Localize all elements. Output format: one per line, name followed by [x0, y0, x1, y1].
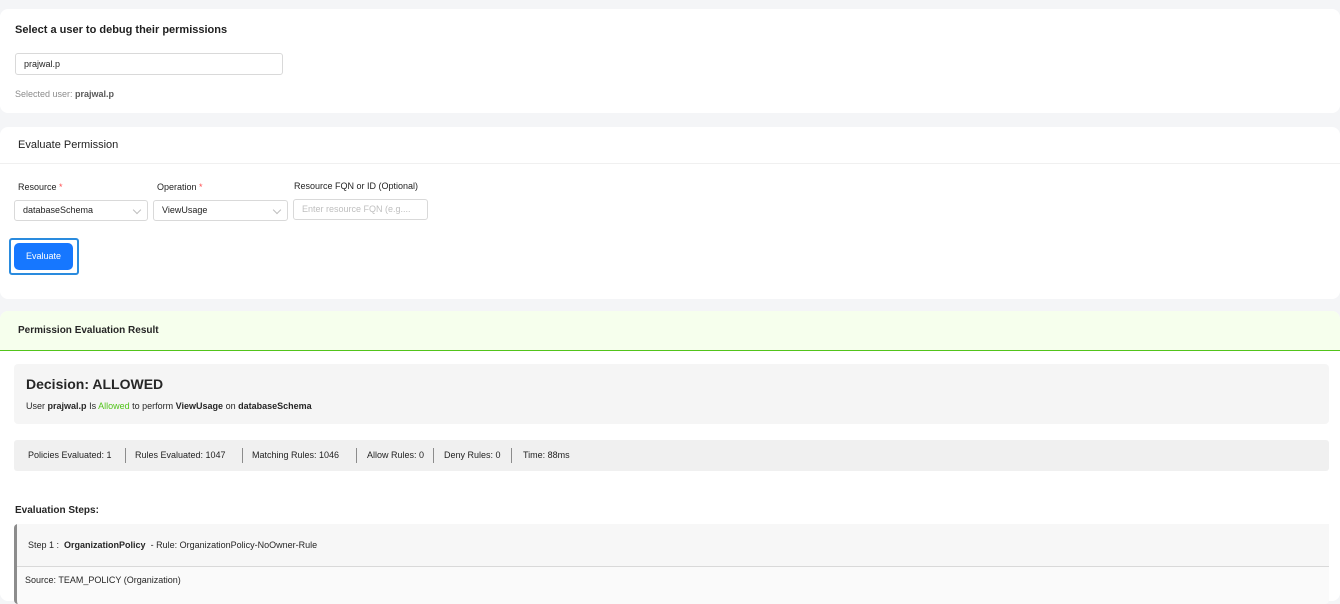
evaluate-permission-card: Evaluate Permission Resource * databaseS… — [0, 127, 1340, 299]
selected-user-prefix: Selected user: — [15, 89, 76, 99]
stat-divider — [125, 448, 126, 463]
stat-rules-evaluated: Rules Evaluated: 1047 — [135, 450, 226, 460]
user-search-input[interactable]: prajwal.p — [15, 53, 283, 75]
operation-select-value: ViewUsage — [162, 205, 208, 215]
decision-status: Allowed — [98, 401, 130, 411]
resource-select-value: databaseSchema — [23, 205, 94, 215]
decision-box: Decision: ALLOWED User prajwal.p Is Allo… — [14, 364, 1329, 424]
resource-select[interactable]: databaseSchema — [14, 200, 148, 221]
sentence-operation: ViewUsage — [175, 401, 224, 411]
evaluate-button[interactable]: Evaluate — [14, 243, 73, 270]
evaluate-title: Evaluate Permission — [18, 139, 119, 151]
step-source: Source: TEAM_POLICY (Organization) — [25, 575, 181, 585]
fqn-input[interactable]: Enter resource FQN (e.g.... — [293, 199, 428, 220]
stat-allow-rules: Allow Rules: 0 — [367, 450, 425, 460]
operation-label-text: Operation — [157, 182, 197, 192]
operation-select[interactable]: ViewUsage — [153, 200, 288, 221]
fqn-label: Resource FQN or ID (Optional) — [294, 181, 419, 191]
user-select-heading: Select a user to debug their permissions — [15, 24, 228, 36]
evaluation-step: Step 1 : OrganizationPolicy - Rule: Orga… — [14, 524, 1329, 604]
decision-heading: Decision: ALLOWED — [26, 376, 164, 392]
evaluate-header: Evaluate Permission — [0, 127, 1340, 164]
evaluate-button-focus-ring: Evaluate — [9, 238, 79, 275]
selected-user-text: Selected user: prajwal.p — [15, 89, 114, 99]
chevron-down-icon — [272, 205, 282, 215]
required-mark: * — [59, 182, 63, 192]
result-header: Permission Evaluation Result — [0, 311, 1340, 351]
step-header[interactable]: Step 1 : OrganizationPolicy - Rule: Orga… — [17, 524, 1329, 567]
sentence-user-word: User — [26, 401, 46, 411]
operation-label: Operation * — [157, 182, 203, 192]
step-rule: - Rule: OrganizationPolicy-NoOwner-Rule — [150, 540, 318, 550]
stat-time: Time: 88ms — [523, 450, 570, 460]
stat-divider — [356, 448, 357, 463]
decision-sentence: User prajwal.p Is Allowed to perform Vie… — [26, 401, 312, 411]
stat-deny-rules: Deny Rules: 0 — [444, 450, 501, 460]
stat-divider — [511, 448, 512, 463]
evaluation-steps-title: Evaluation Steps: — [15, 505, 99, 516]
result-title: Permission Evaluation Result — [18, 325, 159, 336]
sentence-to-perform: to perform — [132, 401, 174, 411]
resource-label: Resource * — [18, 182, 63, 192]
sentence-resource: databaseSchema — [238, 401, 312, 411]
stats-bar: Policies Evaluated: 1 Rules Evaluated: 1… — [14, 440, 1329, 471]
stat-policies-evaluated: Policies Evaluated: 1 — [28, 450, 112, 460]
step-title: Step 1 : OrganizationPolicy - Rule: Orga… — [28, 540, 317, 550]
user-selection-card: Select a user to debug their permissions… — [0, 9, 1340, 113]
selected-user-name: prajwal.p — [75, 89, 115, 99]
resource-label-text: Resource — [18, 182, 57, 192]
sentence-user: prajwal.p — [47, 401, 87, 411]
sentence-is: Is — [89, 401, 97, 411]
required-mark: * — [199, 182, 203, 192]
sentence-on: on — [225, 401, 236, 411]
stat-divider — [433, 448, 434, 463]
evaluation-result-card: Permission Evaluation Result Decision: A… — [0, 311, 1340, 604]
chevron-down-icon — [132, 205, 142, 215]
stat-divider — [242, 448, 243, 463]
step-prefix: Step 1 : — [28, 540, 60, 550]
stat-matching-rules: Matching Rules: 1046 — [252, 450, 340, 460]
step-policy: OrganizationPolicy — [64, 540, 146, 550]
